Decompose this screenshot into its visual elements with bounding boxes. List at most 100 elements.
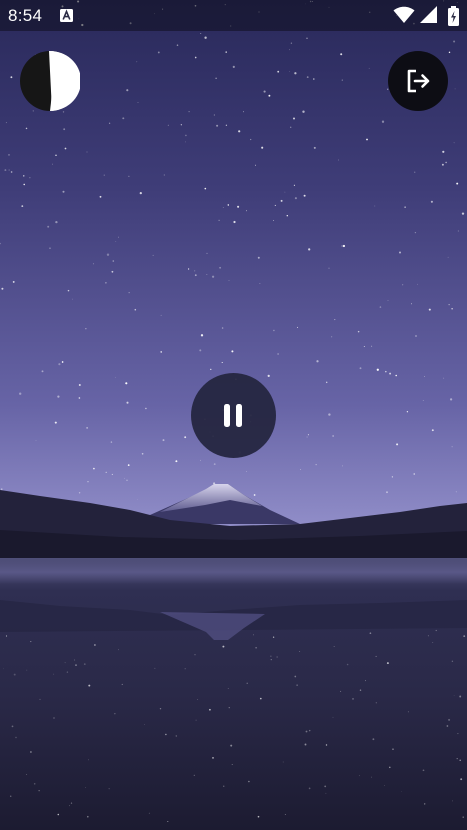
water-star-reflection	[13, 673, 16, 676]
sky-star	[145, 407, 147, 410]
sky-star	[35, 440, 37, 441]
water-star-reflection	[358, 775, 360, 777]
sky-star	[105, 281, 107, 284]
sky-star	[199, 349, 202, 352]
water-star-reflection	[248, 780, 250, 783]
sky-star	[238, 130, 241, 133]
water-star-reflection	[462, 816, 464, 818]
sky-star	[255, 164, 256, 166]
water-star-reflection	[456, 757, 458, 760]
water-star-reflection	[30, 641, 32, 643]
sky-star	[294, 197, 297, 200]
water-star-reflection	[457, 733, 459, 735]
sky-star	[10, 76, 13, 79]
water-star-reflection	[175, 735, 178, 737]
sky-star	[448, 51, 451, 54]
sky-star	[111, 270, 114, 273]
water-star-reflection	[159, 708, 162, 710]
sky-star	[163, 174, 165, 176]
water-star-reflection	[432, 642, 434, 643]
sky-star	[67, 289, 70, 292]
sky-star	[110, 441, 113, 443]
sky-star	[55, 220, 58, 224]
sky-star	[218, 219, 220, 222]
water-star-reflection	[299, 651, 301, 652]
sky-star	[41, 370, 44, 373]
sky-star	[136, 61, 138, 63]
water-star-reflection	[154, 667, 156, 669]
sky-star	[331, 336, 333, 338]
sky-star	[49, 247, 51, 249]
sky-star	[280, 199, 283, 202]
sky-star	[277, 353, 279, 355]
sky-star	[175, 460, 178, 463]
sky-star	[461, 212, 465, 215]
sky-star	[106, 253, 110, 256]
sky-star	[231, 350, 234, 353]
sky-star	[127, 464, 130, 466]
pause-button[interactable]	[191, 373, 276, 458]
water-star-reflection	[463, 635, 466, 637]
water-star-reflection	[223, 785, 225, 787]
sky-star	[194, 274, 197, 277]
sky-star	[211, 275, 215, 278]
water-star-reflection	[3, 668, 4, 670]
water-star-reflection	[167, 820, 169, 823]
water-star-reflection	[184, 668, 186, 670]
sky-star	[449, 398, 453, 401]
sky-star	[61, 361, 64, 363]
sky-star	[54, 421, 57, 424]
meditation-player-screen: 8:54	[0, 0, 467, 830]
water-star-reflection	[231, 764, 233, 765]
water-star-reflection	[64, 662, 66, 664]
sky-star	[386, 491, 388, 494]
sky-star	[225, 51, 227, 53]
water-star-reflection	[85, 787, 87, 788]
sky-star	[4, 169, 7, 172]
sky-star	[306, 76, 309, 79]
water-star-reflection	[270, 655, 272, 657]
sky-star	[141, 452, 144, 455]
water-star-reflection	[296, 684, 298, 686]
water-star-reflection	[276, 656, 278, 658]
sky-star	[448, 304, 450, 306]
sky-star	[410, 303, 412, 305]
water-star-reflection	[70, 802, 73, 804]
sky-star	[225, 124, 228, 126]
sky-star	[21, 205, 24, 208]
sky-star	[328, 413, 331, 416]
sky-star	[277, 70, 280, 73]
sky-star	[307, 434, 309, 436]
sky-star	[122, 117, 125, 120]
sky-star	[114, 376, 116, 378]
sky-star	[167, 124, 169, 126]
sky-star	[62, 190, 65, 193]
water-star-reflection	[108, 788, 110, 790]
water-star-reflection	[88, 684, 91, 687]
sky-star	[99, 195, 102, 198]
sky-star	[453, 40, 456, 43]
sky-star	[261, 146, 264, 149]
sky-star	[451, 446, 453, 448]
sky-star	[64, 147, 67, 150]
sky-star	[387, 300, 389, 301]
sky-star	[341, 245, 343, 247]
sky-star	[315, 464, 317, 466]
theme-toggle-button[interactable]	[20, 50, 82, 111]
sky-star	[157, 51, 160, 54]
water-star-reflection	[57, 813, 60, 816]
water-star-reflection	[87, 815, 89, 818]
water-star-reflection	[401, 790, 402, 792]
sky-star	[126, 89, 129, 92]
sky-star	[250, 138, 252, 141]
sky-star	[139, 191, 142, 195]
water-star-reflection	[305, 730, 308, 733]
exit-button[interactable]	[388, 51, 448, 111]
sky-star	[259, 283, 261, 285]
sky-star	[328, 267, 330, 269]
sky-star	[137, 102, 139, 104]
water-star-reflection	[143, 723, 145, 725]
water-star-reflection	[453, 695, 455, 697]
sky-star	[454, 88, 456, 90]
water-star-reflection	[5, 635, 8, 637]
